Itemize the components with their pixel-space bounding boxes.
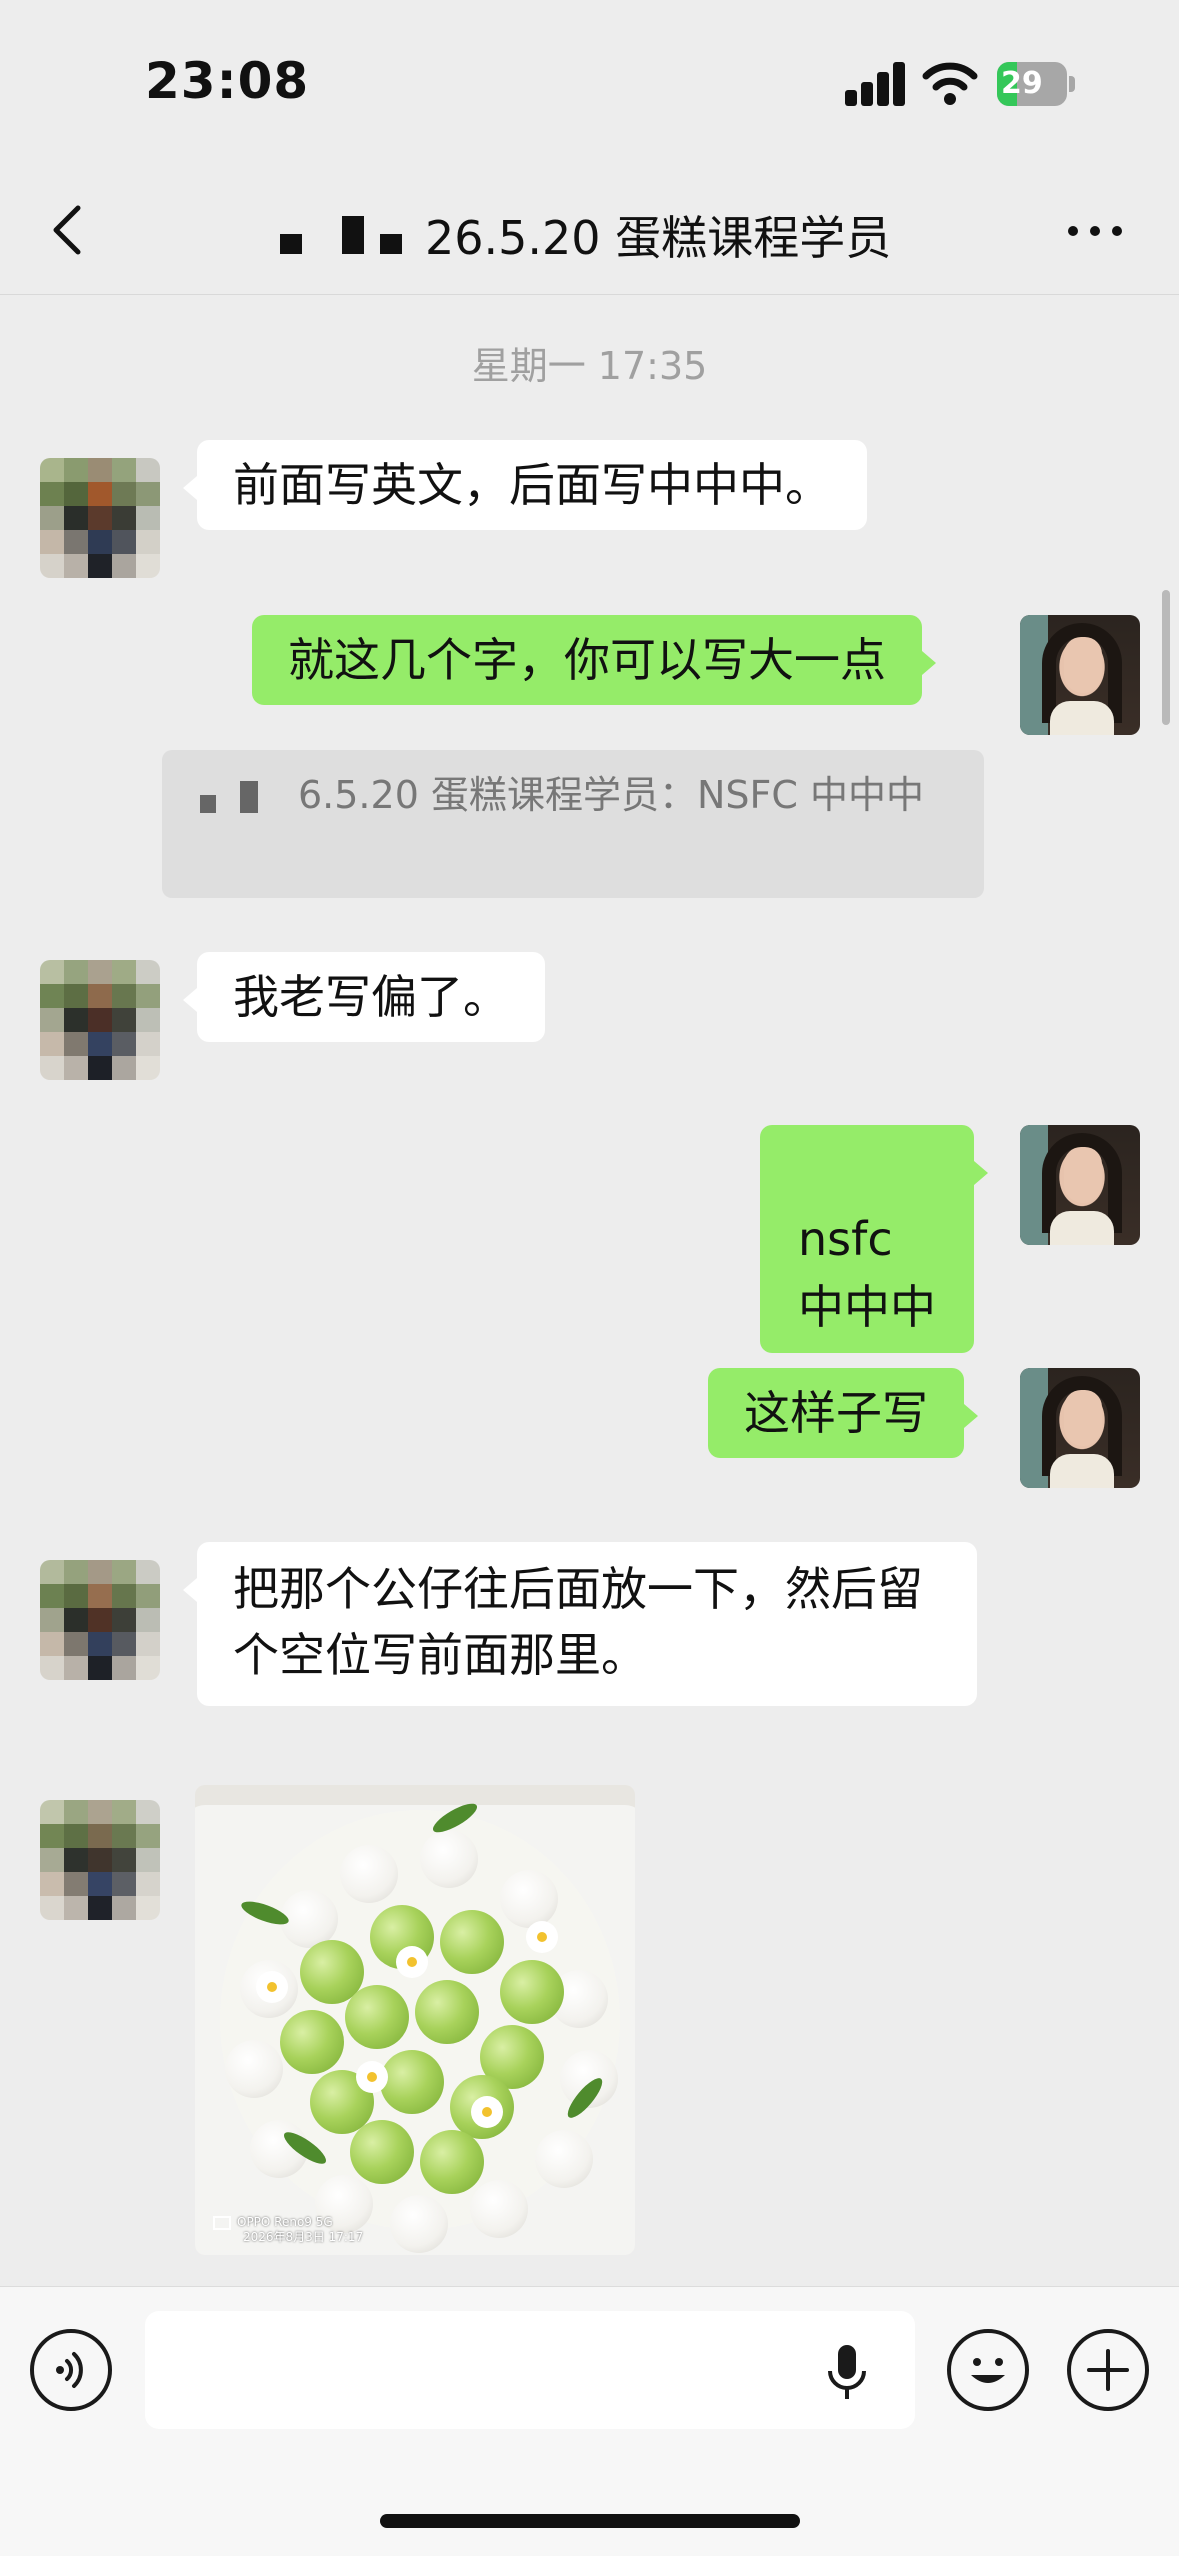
battery-level: 29: [1001, 66, 1043, 101]
message-bubble[interactable]: 这样子写: [708, 1368, 978, 1458]
quote-text: 6.5.20 蛋糕课程学员：NSFC 中中中: [298, 773, 924, 817]
message-text: 把那个公仔往后面放一下，然后留个空位写前面那里。: [233, 1562, 923, 1682]
photo-watermark: OPPO Reno9 5G 2026年8月3日 17:17: [213, 2215, 363, 2245]
redacted-name-blocks: [280, 216, 410, 256]
avatar-self[interactable]: [1020, 1368, 1140, 1488]
message-text: 这样子写: [744, 1386, 928, 1440]
message-text: 我老写偏了。: [233, 970, 509, 1024]
home-indicator[interactable]: [380, 2514, 800, 2528]
chat-header: 26.5.20 蛋糕课程学员: [0, 170, 1179, 295]
message-bubble[interactable]: 我老写偏了。: [183, 952, 545, 1042]
message-text: nsfc 中中中: [798, 1212, 936, 1334]
image-message-cake[interactable]: OPPO Reno9 5G 2026年8月3日 17:17: [195, 1785, 635, 2255]
microphone-icon[interactable]: [825, 2343, 869, 2403]
plus-icon[interactable]: [1067, 2329, 1149, 2411]
voice-icon[interactable]: [30, 2329, 112, 2411]
mosaic-avatar: [40, 960, 160, 1080]
chat-title[interactable]: 26.5.20 蛋糕课程学员: [280, 196, 1000, 266]
message-input[interactable]: [145, 2311, 915, 2429]
emoji-icon[interactable]: [947, 2329, 1029, 2411]
mosaic-avatar: [40, 1560, 160, 1680]
cake-image: [220, 1798, 620, 2253]
status-bar: 23:08 29: [0, 0, 1179, 170]
chevron-left-icon[interactable]: [40, 200, 100, 260]
redacted-name-blocks: [200, 780, 280, 815]
more-dots-icon[interactable]: [1060, 200, 1130, 260]
battery-icon: 29: [997, 62, 1075, 106]
avatar-other[interactable]: [40, 1560, 160, 1680]
mosaic-avatar: [40, 458, 160, 578]
message-bubble[interactable]: nsfc 中中中: [760, 1125, 988, 1353]
avatar-other[interactable]: [40, 1800, 160, 1920]
message-bubble[interactable]: 前面写英文，后面写中中中。: [183, 440, 867, 530]
mosaic-avatar: [40, 1800, 160, 1920]
message-text: 就这几个字，你可以写大一点: [288, 633, 886, 687]
status-time: 23:08: [145, 52, 310, 110]
message-bubble[interactable]: 把那个公仔往后面放一下，然后留个空位写前面那里。: [183, 1542, 977, 1706]
avatar-other[interactable]: [40, 458, 160, 578]
message-bubble[interactable]: 就这几个字，你可以写大一点: [252, 615, 936, 705]
quoted-message[interactable]: 6.5.20 蛋糕课程学员：NSFC 中中中: [162, 750, 984, 898]
avatar-self[interactable]: [1020, 1125, 1140, 1245]
avatar-other[interactable]: [40, 960, 160, 1080]
wifi-icon: [922, 62, 978, 105]
chat-timestamp: 星期一 17:35: [471, 344, 708, 388]
group-name: 26.5.20 蛋糕课程学员: [425, 211, 892, 265]
signal-icon: [845, 62, 907, 106]
message-text: 前面写英文，后面写中中中。: [233, 458, 831, 512]
avatar-self[interactable]: [1020, 615, 1140, 735]
camera-watermark-icon: [213, 2215, 231, 2230]
chat-scrollbar[interactable]: [1162, 590, 1170, 725]
